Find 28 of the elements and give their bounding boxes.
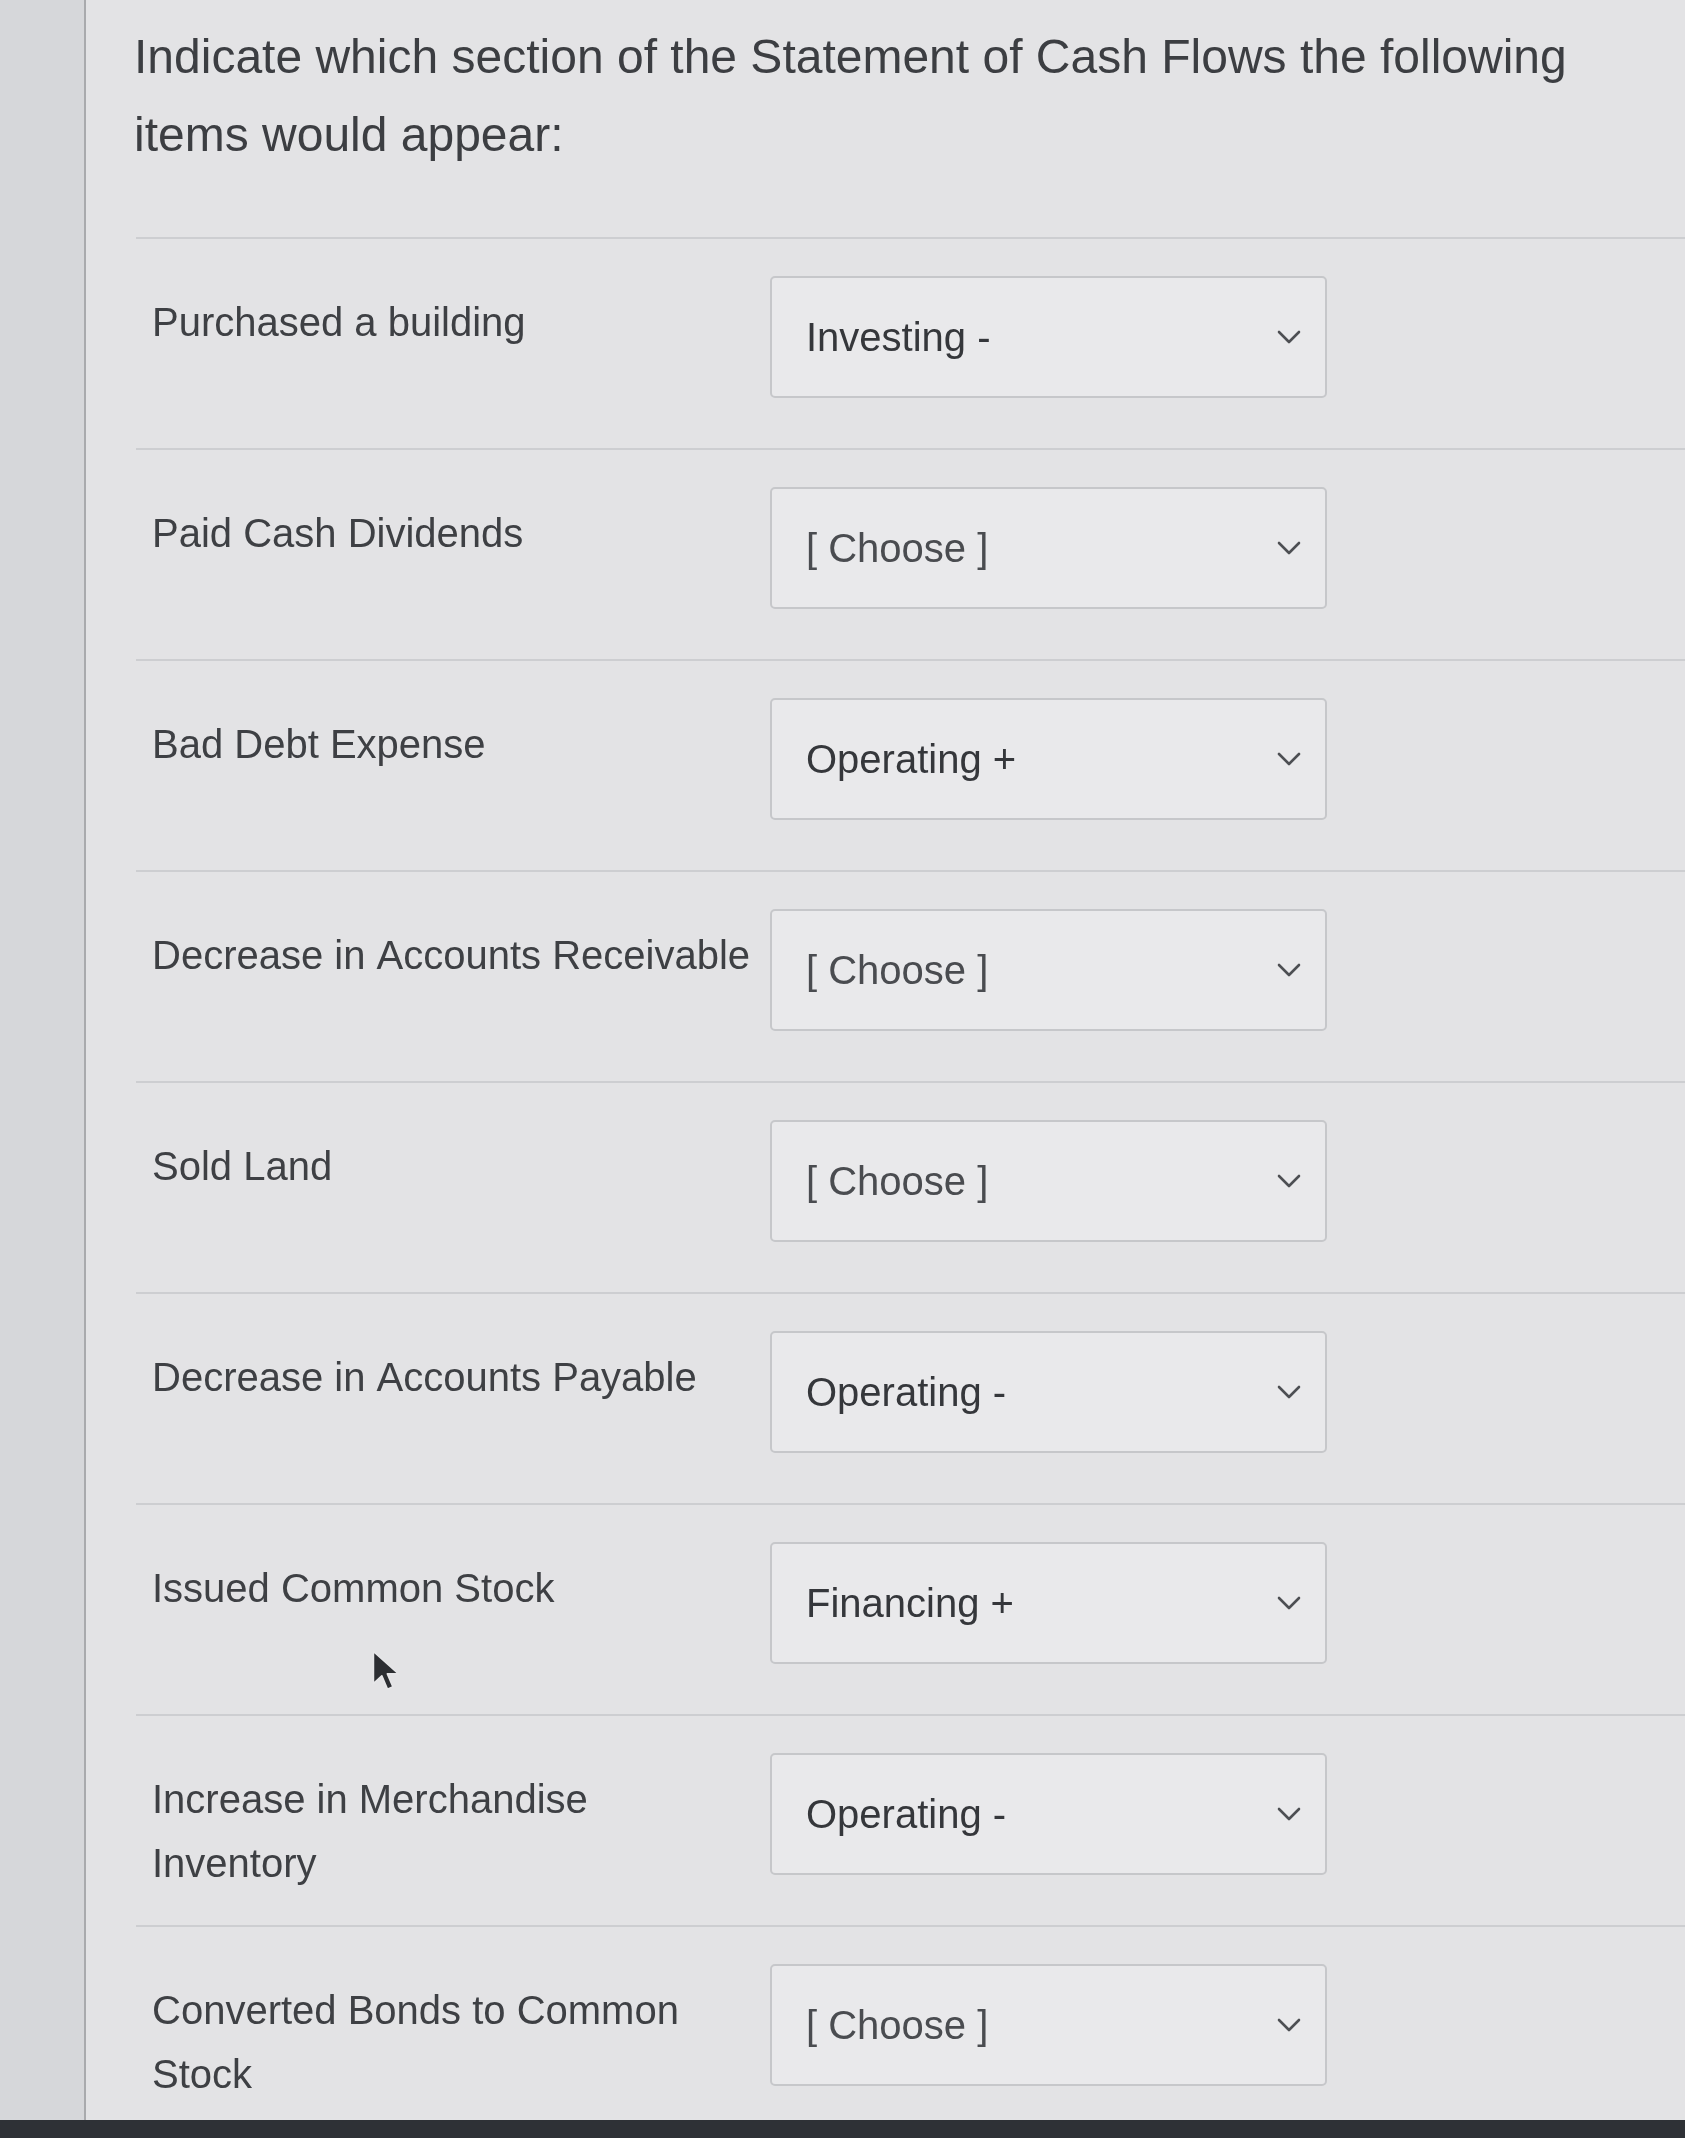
item-label: Decrease in Accounts Receivable: [152, 932, 752, 979]
item-label: Converted Bonds to Common Stock: [152, 1987, 680, 2098]
chevron-down-icon: [1277, 330, 1301, 344]
chevron-down-icon: [1277, 1385, 1301, 1399]
chevron-down-icon: [1277, 752, 1301, 766]
chevron-down-icon: [1277, 541, 1301, 555]
item-label: Increase in Merchandise Inventory: [152, 1776, 589, 1887]
item-label: Sold Land: [152, 1143, 334, 1190]
chevron-down-icon: [1277, 963, 1301, 977]
section-dropdown[interactable]: [ Choose ]: [770, 1964, 1327, 2086]
section-dropdown[interactable]: Operating +: [770, 698, 1327, 820]
chevron-down-icon: [1277, 1807, 1301, 1821]
section-dropdown[interactable]: Investing -: [770, 276, 1327, 398]
section-dropdown[interactable]: [ Choose ]: [770, 1120, 1327, 1242]
section-dropdown[interactable]: Operating -: [770, 1753, 1327, 1875]
item-label: Paid Cash Dividends: [152, 510, 525, 557]
chevron-down-icon: [1277, 2018, 1301, 2032]
section-dropdown[interactable]: Operating -: [770, 1331, 1327, 1453]
chevron-down-icon: [1277, 1174, 1301, 1188]
item-label: Bad Debt Expense: [152, 721, 487, 768]
section-dropdown[interactable]: [ Choose ]: [770, 909, 1327, 1031]
section-dropdown[interactable]: Financing +: [770, 1542, 1327, 1664]
item-label: Issued Common Stock: [152, 1565, 556, 1612]
item-label: Purchased a building: [152, 299, 527, 346]
chevron-down-icon: [1277, 1596, 1301, 1610]
section-dropdown[interactable]: [ Choose ]: [770, 487, 1327, 609]
question-prompt: Indicate which section of the Statement of Cash Flows the following items would appear:: [134, 29, 1568, 163]
item-label: Decrease in Accounts Payable: [152, 1354, 698, 1401]
